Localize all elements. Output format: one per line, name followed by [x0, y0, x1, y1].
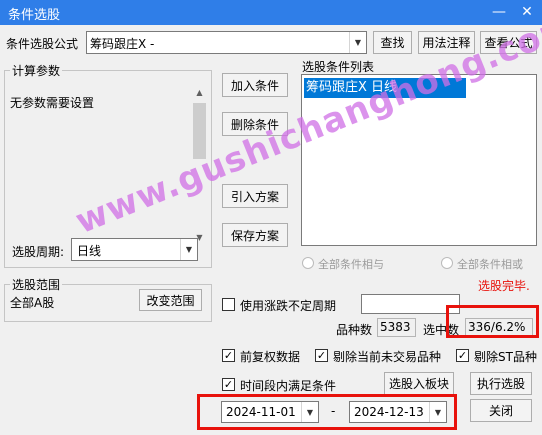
chevron-down-icon[interactable]: ▼	[180, 239, 197, 260]
highlight-box-selected	[446, 305, 539, 338]
exclude-st-checkbox[interactable]: ✓	[456, 349, 469, 362]
fq-label: 前复权数据	[240, 350, 301, 364]
check-icon: ✓	[223, 349, 234, 362]
exclude-untraded-label: 剔除当前未交易品种	[333, 350, 442, 364]
window-title: 条件选股	[8, 8, 61, 23]
select-to-block-button[interactable]: 选股入板块	[384, 372, 454, 395]
exclude-untraded-checkbox[interactable]: ✓	[315, 349, 328, 362]
params-text: 无参数需要设置	[10, 96, 95, 110]
check-icon: ✓	[223, 378, 234, 391]
period-label: 选股周期:	[12, 245, 65, 259]
minimize-button[interactable]: —	[488, 2, 510, 22]
formula-value: 筹码跟庄X -	[90, 37, 155, 51]
chevron-down-icon[interactable]: ▼	[349, 32, 366, 53]
formula-label: 条件选股公式	[6, 37, 79, 51]
title-bar	[0, 0, 542, 25]
execute-button[interactable]: 执行选股	[470, 372, 532, 395]
params-group-label: 计算参数	[10, 62, 63, 79]
radio-all-and[interactable]	[302, 257, 314, 269]
formula-select[interactable]: 筹码跟庄X - ▼	[86, 31, 367, 54]
exclude-st-label: 剔除ST品种	[474, 350, 537, 364]
count-label: 品种数	[336, 323, 373, 337]
add-condition-button[interactable]: 加入条件	[222, 73, 288, 97]
fq-checkbox[interactable]: ✓	[222, 349, 235, 362]
radio-all-and-label: 全部条件相与	[318, 258, 384, 271]
highlight-box-dates	[197, 394, 457, 430]
conditions-label: 选股条件列表	[302, 60, 375, 74]
count-value: 5383	[377, 318, 416, 337]
period-satisfy-label: 时间段内满足条件	[240, 379, 337, 393]
scroll-up-icon[interactable]: ▲	[191, 84, 208, 101]
period-satisfy-checkbox[interactable]: ✓	[222, 378, 235, 391]
check-icon: ✓	[316, 349, 327, 362]
radio-all-or-label: 全部条件相或	[457, 258, 523, 271]
range-group-label: 选股范围	[10, 276, 63, 293]
limit-up-checkbox[interactable]	[222, 298, 235, 311]
close-button[interactable]: 关闭	[470, 399, 532, 422]
change-range-button[interactable]: 改变范围	[139, 289, 202, 311]
save-scheme-button[interactable]: 保存方案	[222, 223, 288, 247]
radio-all-or[interactable]	[441, 257, 453, 269]
find-button[interactable]: 查找	[373, 31, 412, 54]
limit-up-label: 使用涨跌不定周期	[240, 299, 337, 313]
check-icon: ✓	[457, 349, 468, 362]
status-text: 选股完毕.	[478, 279, 530, 293]
range-value: 全部A股	[10, 296, 55, 310]
